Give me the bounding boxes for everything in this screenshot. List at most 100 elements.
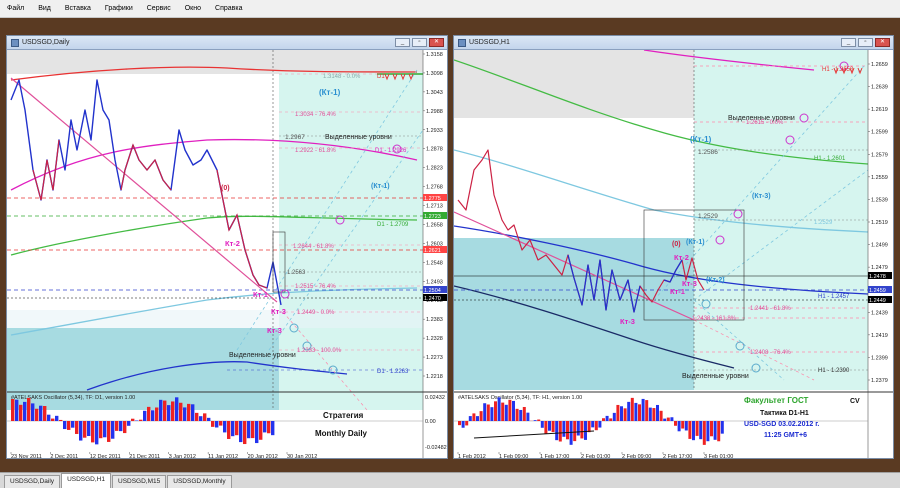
window-title-bar[interactable]: USDSGD,Daily _ ▫ ✕: [7, 36, 447, 50]
date-tick: 1 Feb 17:00: [540, 454, 569, 458]
level-label: H1 - 1.2653: [822, 67, 854, 73]
menu-tools[interactable]: Сервис: [140, 5, 178, 12]
tab-usdsgd-h1[interactable]: USDSGD,H1: [61, 473, 111, 488]
osc-bar: [199, 416, 203, 421]
osc-bar: [465, 421, 469, 426]
tab-usdsgd-daily[interactable]: USDSGD,Daily: [4, 475, 61, 488]
price-tick: 1.2579: [871, 152, 888, 158]
osc-bar: [699, 421, 703, 440]
osc-bar: [515, 408, 519, 421]
restore-button[interactable]: ▫: [412, 38, 427, 47]
osc-bar: [167, 405, 171, 421]
osc-bar: [259, 421, 263, 440]
osc-bar: [119, 421, 123, 432]
level-label: 1.2644 - 61.8%: [293, 244, 334, 250]
osc-bar: [99, 421, 103, 439]
osc-bar: [656, 404, 659, 421]
price-tick: 1.2273: [426, 355, 443, 361]
date-tick: 23 Nov 2011: [11, 454, 42, 458]
osc-scale: -0.02482: [425, 445, 447, 451]
restore-button[interactable]: ▫: [858, 38, 873, 47]
osc-bar: [490, 407, 494, 421]
osc-bar: [11, 398, 15, 421]
close-button[interactable]: ✕: [875, 38, 890, 47]
level-label: 1.2529: [814, 220, 833, 226]
osc-bar: [605, 415, 609, 421]
menu-window[interactable]: Окно: [178, 5, 208, 12]
pair-date-label: USD-SGD 03.02.2012 г.: [744, 421, 819, 428]
osc-bar: [512, 400, 515, 421]
wave-label: (0): [672, 241, 681, 248]
levels-caption: Выделенные уровни: [229, 352, 296, 359]
osc-bar: [666, 417, 670, 421]
tab-usdsgd-m15[interactable]: USDSGD,M15: [112, 475, 167, 488]
menu-insert[interactable]: Вставка: [58, 5, 98, 12]
osc-bar: [95, 421, 99, 445]
price-tick: 1.2713: [426, 204, 443, 210]
osc-bar: [555, 421, 559, 441]
levels-caption: Выделенные уровни: [682, 373, 749, 380]
osc-bar: [67, 421, 71, 430]
osc-bar: [255, 421, 259, 444]
osc-bar: [155, 407, 159, 421]
strategy-name: Monthly Daily: [315, 429, 368, 438]
window-title-bar[interactable]: USDSGD,H1 _ ▫ ✕: [454, 36, 893, 50]
osc-bar: [215, 421, 219, 428]
osc-bar: [267, 421, 271, 434]
price-chart-daily[interactable]: 1.3148 - 0.0% D1 (Кт-1) 1.3034 - 76.4% 1…: [7, 50, 447, 458]
close-button[interactable]: ✕: [429, 38, 444, 47]
wave-label: Кт-3: [267, 326, 282, 335]
osc-bar: [111, 421, 115, 439]
osc-bar: [677, 421, 681, 432]
osc-bar: [251, 421, 255, 439]
osc-bar: [663, 418, 667, 421]
osc-bar: [271, 421, 275, 436]
menu-file[interactable]: Файл: [0, 5, 31, 12]
osc-bar: [107, 421, 111, 442]
osc-bar: [243, 421, 247, 445]
chart-window-daily[interactable]: USDSGD,Daily _ ▫ ✕ 1.3148 - 0.0% D1 (Кт-…: [6, 35, 448, 459]
price-tick: 1.3158: [426, 52, 443, 58]
osc-bar: [717, 421, 721, 442]
window-title: USDSGD,H1: [469, 39, 510, 46]
osc-bar: [522, 406, 526, 421]
date-tick: 1 Feb 09:00: [499, 454, 528, 458]
wave-label: Кт-3: [271, 307, 286, 316]
osc-bar: [458, 421, 461, 426]
osc-bar: [616, 404, 620, 421]
osc-bar: [702, 421, 706, 445]
minimize-button[interactable]: _: [841, 38, 856, 47]
menu-charts[interactable]: Графики: [98, 5, 140, 12]
osc-bar: [659, 410, 663, 421]
osc-bar: [143, 410, 147, 421]
price-tick: 1.3098: [426, 71, 443, 77]
osc-bar: [544, 421, 548, 434]
price-tick: 1.2599: [871, 130, 888, 136]
osc-bar: [641, 398, 645, 421]
price-tick: 1.2659: [871, 62, 888, 68]
osc-bar: [526, 412, 530, 421]
osc-bar: [461, 421, 465, 428]
osc-bar: [598, 421, 602, 428]
price-tick: 1.2619: [871, 107, 888, 113]
menu-view[interactable]: Вид: [31, 5, 58, 12]
levels-caption: Выделенные уровни: [325, 134, 392, 141]
osc-bar: [558, 421, 562, 442]
chart-window-h1[interactable]: USDSGD,H1 _ ▫ ✕ H1 - 1.2653 Выделенные у…: [453, 35, 894, 459]
osc-bar: [171, 401, 175, 421]
osc-bar: [207, 417, 211, 421]
menu-help[interactable]: Справка: [208, 5, 249, 12]
osc-bar: [688, 421, 692, 439]
price-tag-text: 1.2621: [424, 248, 441, 254]
osc-bar: [479, 411, 483, 421]
price-chart-h1[interactable]: H1 - 1.2653 Выделенные уровни 1.2615 - 0…: [454, 50, 893, 458]
price-tick: 1.2383: [426, 317, 443, 323]
minimize-button[interactable]: _: [395, 38, 410, 47]
osc-bar: [695, 421, 699, 436]
osc-bar: [59, 419, 63, 421]
tab-usdsgd-monthly[interactable]: USDSGD,Monthly: [167, 475, 232, 488]
price-tick: 1.2639: [871, 85, 888, 91]
osc-bar: [43, 405, 47, 421]
osc-bar: [35, 408, 39, 421]
date-tick: 3 Jan 2012: [169, 454, 196, 458]
